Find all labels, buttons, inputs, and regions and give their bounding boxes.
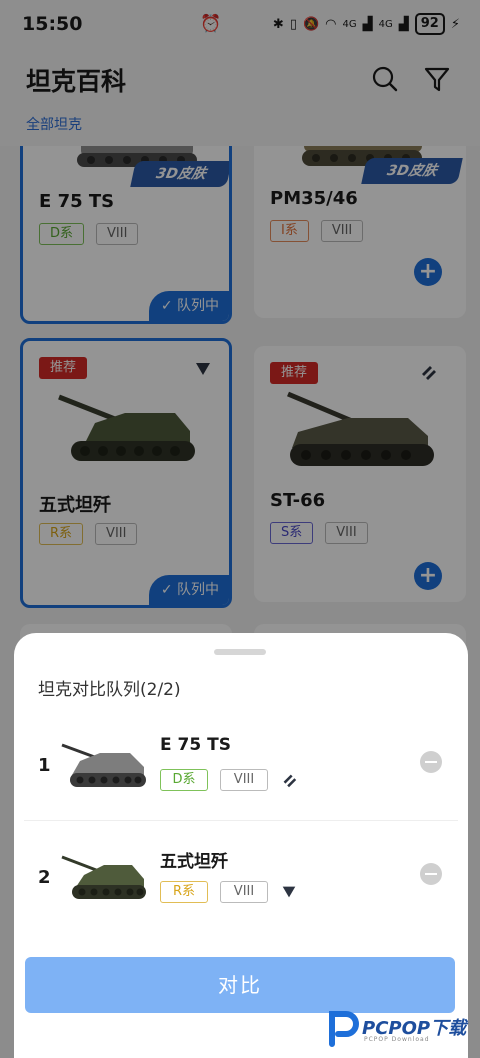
queue-index: 1 [38,755,51,776]
divider [24,820,458,821]
remove-from-queue-button[interactable] [420,751,442,773]
watermark-logo-icon [329,1011,359,1047]
nation-tag: D系 [160,769,208,791]
watermark: PCPOP下载 PCPOP Download [326,1004,476,1054]
tank-thumbnail [61,743,146,787]
sheet-title: 坦克对比队列(2/2) [38,680,181,700]
remove-from-queue-button[interactable] [420,863,442,885]
nation-tag: R系 [160,881,208,903]
compare-queue-sheet: 坦克对比队列(2/2) 1 E 75 TS D系 VIII 2 五式坦歼 R系 … [14,633,468,1058]
tank-thumbnail [61,855,146,899]
queue-tags: D系 VIII [160,769,298,791]
tier-tag: VIII [220,881,268,903]
tank-destroyer-icon [282,886,296,898]
queue-index: 2 [38,867,51,888]
queue-tank-name: E 75 TS [160,735,231,755]
queue-item: 2 五式坦歼 R系 VIII [14,831,468,927]
drag-handle[interactable] [214,649,266,655]
queue-item: 1 E 75 TS D系 VIII [14,719,468,815]
tier-tag: VIII [220,769,268,791]
heavy-tank-icon [283,774,297,788]
watermark-subtext: PCPOP Download [364,1036,430,1043]
queue-tags: R系 VIII [160,881,298,903]
queue-tank-name: 五式坦歼 [160,852,228,872]
